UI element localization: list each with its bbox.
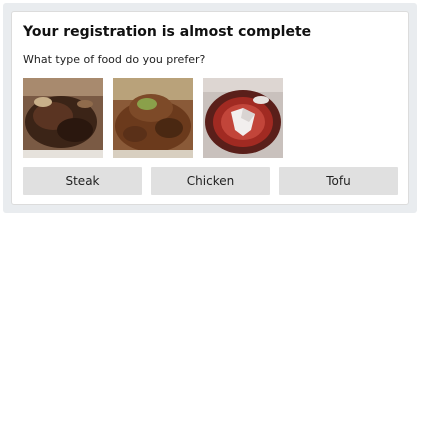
chicken-button[interactable]: Chicken: [151, 167, 270, 195]
chicken-image[interactable]: [113, 78, 193, 158]
tofu-button[interactable]: Tofu: [279, 167, 398, 195]
page-title: Your registration is almost complete: [23, 24, 312, 40]
steak-button[interactable]: Steak: [23, 167, 142, 195]
tofu-image[interactable]: [203, 78, 283, 158]
registration-panel: Your registration is almost complete Wha…: [3, 3, 417, 213]
steak-image[interactable]: [23, 78, 103, 158]
food-question: What type of food do you prefer?: [23, 53, 206, 66]
food-preference-card: Your registration is almost complete Wha…: [11, 11, 409, 205]
